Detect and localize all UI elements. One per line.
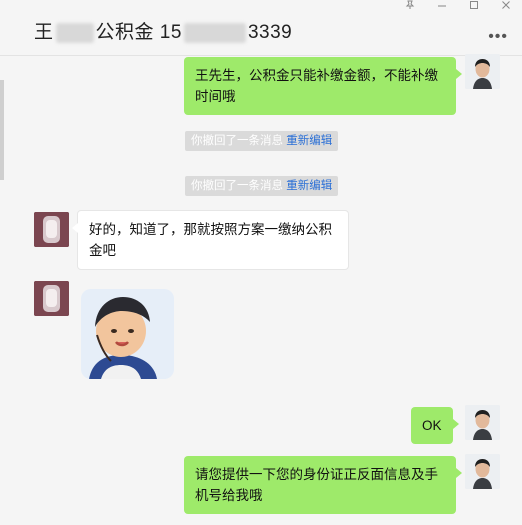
title-suffix: 3339 (247, 22, 293, 43)
close-icon[interactable] (494, 0, 518, 13)
pin-icon[interactable] (398, 0, 422, 13)
more-icon[interactable]: ••• (488, 28, 508, 46)
contact-avatar[interactable] (34, 212, 69, 247)
incoming-message: 好的，知道了，那就按照方案一缴纳公积金吧 (72, 210, 349, 270)
my-avatar[interactable] (465, 405, 500, 440)
outgoing-message: 请您提供一下您的身份证正反面信息及手机号给我哦 (184, 456, 462, 514)
recall-text: 你撤回了一条消息 (191, 180, 283, 192)
recall-text: 你撤回了一条消息 (191, 135, 283, 147)
recall-notice: 你撤回了一条消息 重新编辑 (185, 131, 339, 151)
minimize-icon[interactable] (430, 0, 454, 13)
chat-header: 王 公积金 15 3339 ••• (0, 0, 522, 56)
sticker-image[interactable] (81, 289, 174, 379)
redacted-phone (183, 22, 246, 43)
recall-notice: 你撤回了一条消息 重新编辑 (185, 176, 339, 196)
title-middle: 公积金 15 (95, 22, 182, 43)
contact-avatar[interactable] (34, 281, 69, 316)
my-avatar[interactable] (465, 454, 500, 489)
re-edit-link[interactable]: 重新编辑 (286, 135, 332, 147)
outgoing-message: 王先生，公积金只能补缴金额，不能补缴时间哦 (184, 57, 462, 115)
chat-title: 王 公积金 15 3339 (34, 17, 292, 44)
title-prefix: 王 (34, 22, 54, 43)
scroll-edge (0, 80, 4, 180)
maximize-icon[interactable] (462, 0, 486, 13)
message-text: 请您提供一下您的身份证正反面信息及手机号给我哦 (195, 467, 438, 503)
message-text: OK (422, 418, 442, 433)
message-text: 好的，知道了，那就按照方案一缴纳公积金吧 (89, 222, 332, 258)
re-edit-link[interactable]: 重新编辑 (286, 180, 332, 192)
outgoing-message: OK (411, 407, 458, 444)
my-avatar[interactable] (465, 54, 500, 89)
message-text: 王先生，公积金只能补缴金额，不能补缴时间哦 (195, 68, 438, 104)
redacted-name (55, 22, 94, 43)
